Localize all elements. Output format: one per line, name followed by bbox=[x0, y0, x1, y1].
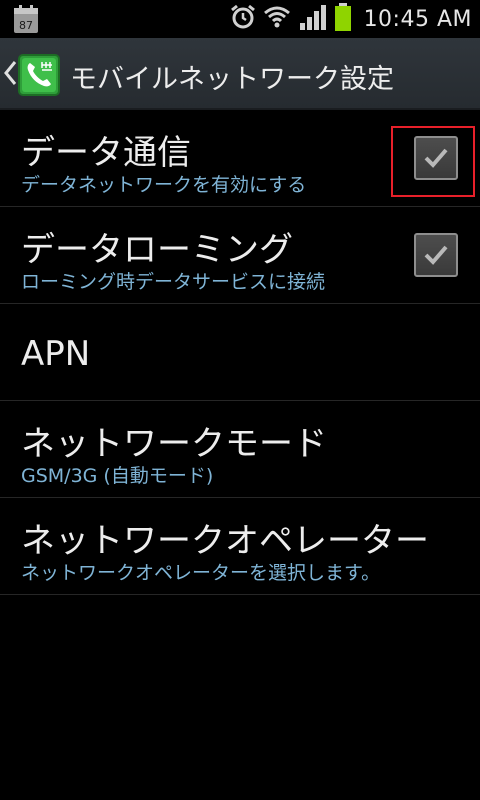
list-item-data-roaming[interactable]: データローミング ローミング時データサービスに接続 bbox=[0, 207, 480, 304]
list-item-network-mode[interactable]: ネットワークモード GSM/3G (自動モード) bbox=[0, 401, 480, 498]
list-item-subtitle: ローミング時データサービスに接続 bbox=[21, 271, 326, 293]
action-bar: モバイルネットワーク設定 bbox=[0, 38, 480, 110]
list-item-title: ネットワークオペレーター bbox=[21, 521, 429, 561]
calendar-date: 87 bbox=[19, 19, 33, 32]
list-item-apn[interactable]: APN bbox=[0, 304, 480, 401]
highlight-box bbox=[391, 126, 475, 197]
list-item-title: データ通信 bbox=[21, 133, 191, 173]
signal-icon bbox=[298, 3, 328, 35]
list-item-subtitle: ネットワークオペレーターを選択します。 bbox=[21, 562, 381, 584]
alarm-icon bbox=[230, 4, 256, 34]
list-item-network-operator[interactable]: ネットワークオペレーター ネットワークオペレーターを選択します。 bbox=[0, 498, 480, 595]
battery-icon bbox=[334, 2, 352, 36]
wifi-icon bbox=[262, 4, 292, 34]
checkmark-icon bbox=[424, 245, 448, 265]
page-title: モバイルネットワーク設定 bbox=[70, 64, 394, 95]
calendar-icon: 87 bbox=[12, 3, 40, 35]
list-item-subtitle: データネットワークを有効にする bbox=[21, 174, 307, 196]
phone-icon[interactable] bbox=[18, 54, 60, 96]
status-time: 10:45 AM bbox=[363, 6, 472, 32]
status-bar: 87 10:45 AM bbox=[0, 0, 480, 38]
list-item-subtitle: GSM/3G (自動モード) bbox=[21, 465, 214, 487]
list-item-title: APN bbox=[21, 334, 91, 374]
chevron-left-icon[interactable] bbox=[2, 58, 18, 88]
data-roaming-checkbox[interactable] bbox=[414, 233, 458, 277]
list-item-title: ネットワークモード bbox=[21, 424, 327, 464]
list-item-title: データローミング bbox=[21, 230, 293, 270]
